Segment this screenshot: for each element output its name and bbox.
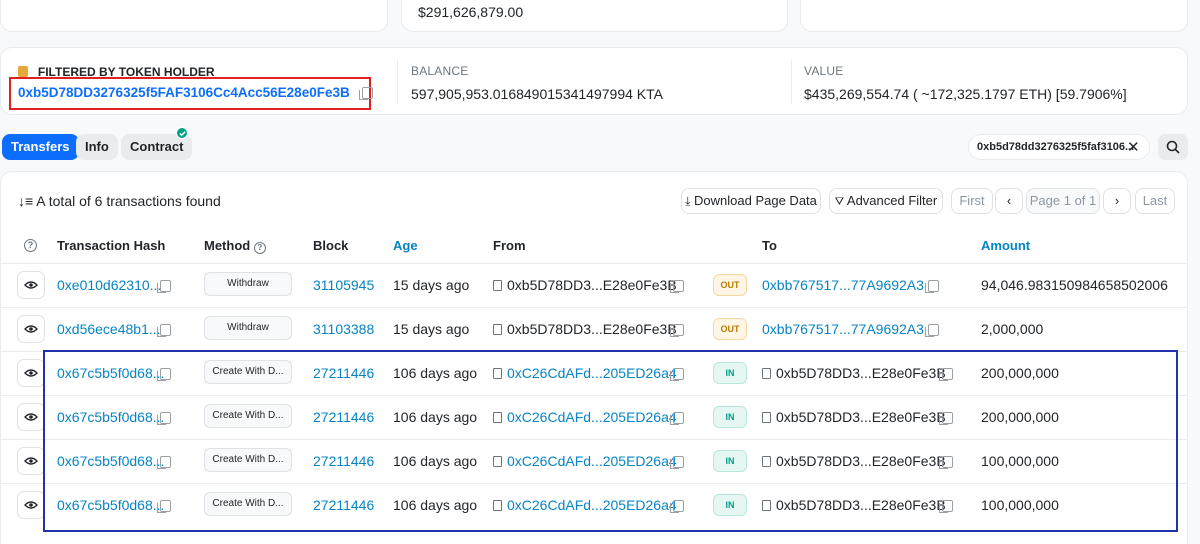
address-filter-input[interactable]: 0xb5d78dd3276325f5faf3106... ✕ — [968, 134, 1150, 160]
filter-address-link[interactable]: 0xb5D78DD3276325f5FAF3106Cc4Acc56E28e0Fe… — [18, 85, 350, 100]
eye-icon — [24, 501, 38, 509]
col-block: Block — [313, 238, 349, 253]
view-details-button[interactable] — [17, 315, 45, 343]
download-page-data-button[interactable]: ⤓ Download Page Data — [681, 188, 821, 214]
view-details-button[interactable] — [17, 403, 45, 431]
token-holder-icon — [18, 66, 28, 77]
search-icon — [1166, 140, 1180, 154]
to-address-text: 0xbb767517...77A9692A3 — [762, 321, 924, 337]
advanced-filter-button[interactable]: ⛛ Advanced Filter — [829, 188, 943, 214]
col-method-label: Method — [204, 238, 251, 253]
eye-icon — [24, 325, 38, 333]
tab-info[interactable]: Info — [76, 134, 118, 160]
filter-card: FILTERED BY TOKEN HOLDER 0xb5D78DD327632… — [0, 47, 1188, 115]
col-to: To — [762, 238, 777, 253]
contract-doc-icon — [493, 324, 502, 335]
eye-icon — [24, 413, 38, 421]
table-row: 0xd56ece48b1... Withdraw 31103388 15 day… — [0, 307, 1188, 351]
from-address-text: 0xb5D78DD3...E28e0Fe3B — [507, 277, 677, 293]
next-page-button[interactable]: › — [1103, 188, 1131, 214]
view-details-button[interactable] — [17, 447, 45, 475]
verified-check-icon — [176, 127, 188, 139]
filter-icon: ⛛ — [834, 196, 844, 208]
prev-page-button[interactable]: ‹ — [995, 188, 1023, 214]
copy-to-icon[interactable] — [925, 280, 939, 293]
from-address-text: 0xb5D78DD3...E28e0Fe3B — [507, 321, 677, 337]
amount-text: 94,046.983150984658502006 — [981, 277, 1168, 293]
top-card-right — [800, 0, 1188, 32]
page-indicator: Page 1 of 1 — [1026, 188, 1100, 214]
col-method: Method ? — [204, 238, 266, 254]
copy-address-icon[interactable] — [358, 87, 373, 101]
from-address: 0xb5D78DD3...E28e0Fe3B — [493, 277, 677, 293]
tx-hash-link[interactable]: 0xe010d62310... — [57, 277, 161, 293]
tx-hash-link[interactable]: 0xd56ece48b1... — [57, 321, 161, 337]
value-label: VALUE — [804, 64, 844, 78]
direction-badge: OUT — [713, 318, 747, 340]
col-age[interactable]: Age — [393, 238, 418, 253]
col-amount[interactable]: Amount — [981, 238, 1030, 253]
download-label: Download Page Data — [694, 193, 817, 208]
view-details-button[interactable] — [17, 359, 45, 387]
amount-text: 2,000,000 — [981, 321, 1044, 337]
copy-hash-icon[interactable] — [157, 280, 171, 293]
block-link[interactable]: 31103388 — [313, 321, 374, 337]
table-row: 0xe010d62310... Withdraw 31105945 15 day… — [0, 263, 1188, 307]
summary: ↓≡ A total of 6 transactions found — [18, 193, 221, 209]
last-page-button[interactable]: Last — [1135, 188, 1175, 214]
first-page-button[interactable]: First — [951, 188, 993, 214]
to-address[interactable]: 0xbb767517...77A9692A3 — [762, 277, 924, 293]
block-link[interactable]: 31105945 — [313, 277, 374, 293]
tab-transfers[interactable]: Transfers — [2, 134, 79, 160]
top-card-middle: $291,626,879.00 — [401, 0, 788, 32]
download-icon: ⤓ — [685, 194, 691, 208]
age-text: 15 days ago — [393, 321, 470, 337]
chevron-left-icon: ‹ — [1006, 193, 1012, 208]
advanced-filter-label: Advanced Filter — [846, 193, 938, 208]
balance-value: 597,905,953.016849015341497994 KTA — [411, 86, 663, 102]
balance-label: BALANCE — [411, 64, 469, 78]
sort-icon: ↓≡ — [18, 193, 34, 209]
search-button[interactable] — [1158, 134, 1188, 160]
rows-highlight — [43, 350, 1178, 532]
to-address[interactable]: 0xbb767517...77A9692A3 — [762, 321, 924, 337]
method-badge: Withdraw — [204, 316, 292, 340]
top-card-value: $291,626,879.00 — [418, 4, 524, 20]
clear-filter-icon[interactable]: ✕ — [1127, 138, 1140, 156]
method-badge: Withdraw — [204, 272, 292, 296]
to-address-text: 0xbb767517...77A9692A3 — [762, 277, 924, 293]
filter-divider-2 — [791, 60, 792, 104]
address-filter-value: 0xb5d78dd3276325f5faf3106... — [977, 141, 1135, 153]
view-details-button[interactable] — [17, 271, 45, 299]
chevron-right-icon: › — [1114, 193, 1120, 208]
copy-to-icon[interactable] — [925, 324, 939, 337]
view-details-button[interactable] — [17, 491, 45, 519]
age-text: 15 days ago — [393, 277, 470, 293]
col-transaction-hash: Transaction Hash — [57, 238, 166, 253]
copy-hash-icon[interactable] — [157, 324, 171, 337]
copy-from-icon[interactable] — [670, 324, 684, 337]
col-from: From — [493, 238, 526, 253]
copy-from-icon[interactable] — [670, 280, 684, 293]
summary-text: A total of 6 transactions found — [36, 193, 221, 209]
help-icon[interactable]: ? — [24, 239, 37, 252]
eye-icon — [24, 369, 38, 377]
value-value: $435,269,554.74 ( ~172,325.1797 ETH) [59… — [804, 86, 1127, 102]
eye-icon — [24, 457, 38, 465]
method-info-icon[interactable]: ? — [253, 242, 266, 254]
filter-divider-1 — [397, 60, 398, 104]
direction-badge: OUT — [713, 274, 747, 296]
top-card-left — [0, 0, 388, 32]
contract-doc-icon — [493, 280, 502, 291]
from-address: 0xb5D78DD3...E28e0Fe3B — [493, 321, 677, 337]
eye-icon — [24, 281, 38, 289]
